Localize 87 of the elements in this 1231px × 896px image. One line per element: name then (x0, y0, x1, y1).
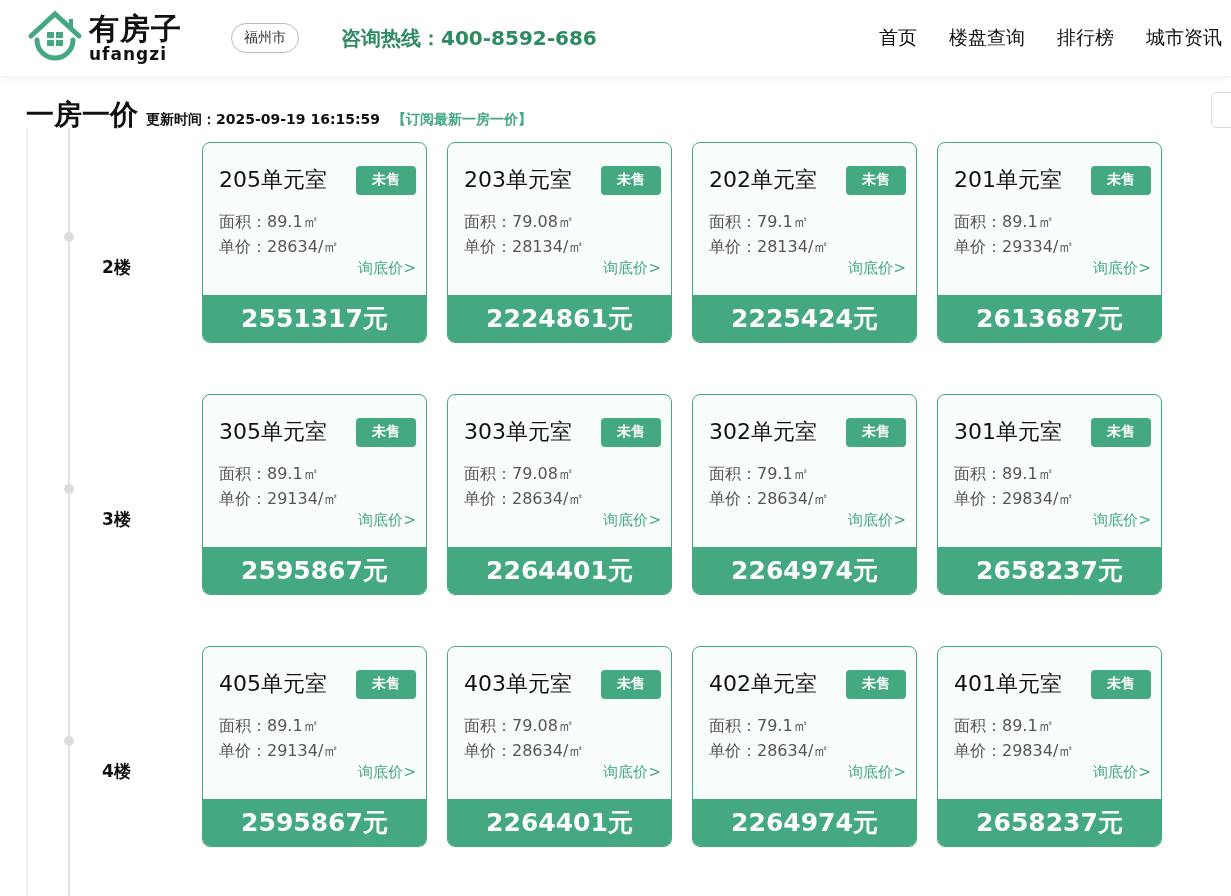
status-badge: 未售 (1091, 165, 1151, 195)
status-badge: 未售 (846, 165, 906, 195)
unit-price-text: 单价：29134/㎡ (219, 488, 341, 510)
unit-price-text: 单价：28634/㎡ (464, 740, 586, 762)
unit-number: 405单元室 (219, 670, 327, 698)
total-price: 2658237元 (938, 547, 1161, 594)
inquiry-link[interactable]: 询底价> (358, 763, 416, 782)
inquiry-link[interactable]: 询底价> (1093, 259, 1151, 278)
unit-number: 205单元室 (219, 166, 327, 194)
inquiry-link[interactable]: 询底价> (848, 259, 906, 278)
total-price: 2613687元 (938, 295, 1161, 342)
status-badge: 未售 (356, 165, 416, 195)
status-badge: 未售 (846, 417, 906, 447)
nav-link[interactable]: 排行榜 (1057, 25, 1114, 51)
unit-price-text: 单价：29134/㎡ (219, 740, 341, 762)
hotline: 咨询热线：400-8592-686 (341, 24, 597, 52)
inquiry-link[interactable]: 询底价> (1093, 763, 1151, 782)
unit-number: 303单元室 (464, 418, 572, 446)
unit-number: 301单元室 (954, 418, 1062, 446)
total-price: 2658237元 (938, 799, 1161, 846)
status-badge: 未售 (1091, 669, 1151, 699)
area-text: 面积：89.1㎡ (219, 715, 320, 737)
unit-price-text: 单价：28634/㎡ (219, 236, 341, 258)
inquiry-link[interactable]: 询底价> (848, 511, 906, 530)
total-price: 2264974元 (693, 799, 916, 846)
inquiry-link[interactable]: 询底价> (358, 511, 416, 530)
unit-number: 201单元室 (954, 166, 1062, 194)
unit-price-text: 单价：29834/㎡ (954, 740, 1076, 762)
area-text: 面积：79.1㎡ (709, 211, 810, 233)
total-price: 2264401元 (448, 547, 671, 594)
subscribe-link[interactable]: 【订阅最新一房一价】 (392, 111, 533, 129)
unit-number: 403单元室 (464, 670, 572, 698)
total-price: 2264974元 (693, 547, 916, 594)
inquiry-link[interactable]: 询底价> (848, 763, 906, 782)
nav-link[interactable]: 首页 (879, 25, 917, 51)
unit-number: 401单元室 (954, 670, 1062, 698)
floor-label: 2楼 (101, 256, 132, 279)
status-badge: 未售 (601, 417, 661, 447)
area-text: 面积：89.1㎡ (954, 463, 1055, 485)
unit-price-text: 单价：28634/㎡ (709, 488, 831, 510)
floor-label: 3楼 (101, 508, 132, 531)
inquiry-link[interactable]: 询底价> (603, 763, 661, 782)
unit-price-text: 单价：29334/㎡ (954, 236, 1076, 258)
update-time: 更新时间：2025-09-19 16:15:59 (146, 111, 381, 129)
total-price: 2225424元 (693, 295, 916, 342)
inquiry-link[interactable]: 询底价> (1093, 511, 1151, 530)
area-text: 面积：89.1㎡ (219, 463, 320, 485)
area-text: 面积：79.1㎡ (709, 715, 810, 737)
total-price: 2595867元 (203, 799, 426, 846)
status-badge: 未售 (846, 669, 906, 699)
area-text: 面积：89.1㎡ (954, 211, 1055, 233)
unit-price-text: 单价：28634/㎡ (464, 488, 586, 510)
unit-number: 302单元室 (709, 418, 817, 446)
inquiry-link[interactable]: 询底价> (358, 259, 416, 278)
total-price: 2264401元 (448, 799, 671, 846)
area-text: 面积：79.1㎡ (709, 463, 810, 485)
status-badge: 未售 (601, 669, 661, 699)
area-text: 面积：79.08㎡ (464, 715, 575, 737)
side-tab[interactable] (1211, 92, 1231, 128)
area-text: 面积：79.08㎡ (464, 463, 575, 485)
page-title: 一房一价 (26, 97, 138, 133)
status-badge: 未售 (1091, 417, 1151, 447)
unit-price-text: 单价：28634/㎡ (709, 740, 831, 762)
nav-link[interactable]: 楼盘查询 (949, 25, 1025, 51)
status-badge: 未售 (356, 669, 416, 699)
total-price: 2224861元 (448, 295, 671, 342)
unit-price-text: 单价：28134/㎡ (709, 236, 831, 258)
area-text: 面积：89.1㎡ (219, 211, 320, 233)
nav-link[interactable]: 城市资讯 (1146, 25, 1222, 51)
city-selector[interactable]: 福州市 (231, 23, 299, 53)
unit-number: 402单元室 (709, 670, 817, 698)
unit-price-text: 单价：28134/㎡ (464, 236, 586, 258)
area-text: 面积：79.08㎡ (464, 211, 575, 233)
floor-label: 4楼 (101, 760, 132, 783)
logo-name: 有房子 (89, 13, 182, 44)
status-badge: 未售 (601, 165, 661, 195)
unit-number: 203单元室 (464, 166, 572, 194)
inquiry-link[interactable]: 询底价> (603, 259, 661, 278)
logo-subtitle: ufangzi (89, 45, 168, 63)
unit-number: 305单元室 (219, 418, 327, 446)
area-text: 面积：89.1㎡ (954, 715, 1055, 737)
status-badge: 未售 (356, 417, 416, 447)
total-price: 2595867元 (203, 547, 426, 594)
unit-price-text: 单价：29834/㎡ (954, 488, 1076, 510)
inquiry-link[interactable]: 询底价> (603, 511, 661, 530)
unit-number: 202单元室 (709, 166, 817, 194)
total-price: 2551317元 (203, 295, 426, 342)
